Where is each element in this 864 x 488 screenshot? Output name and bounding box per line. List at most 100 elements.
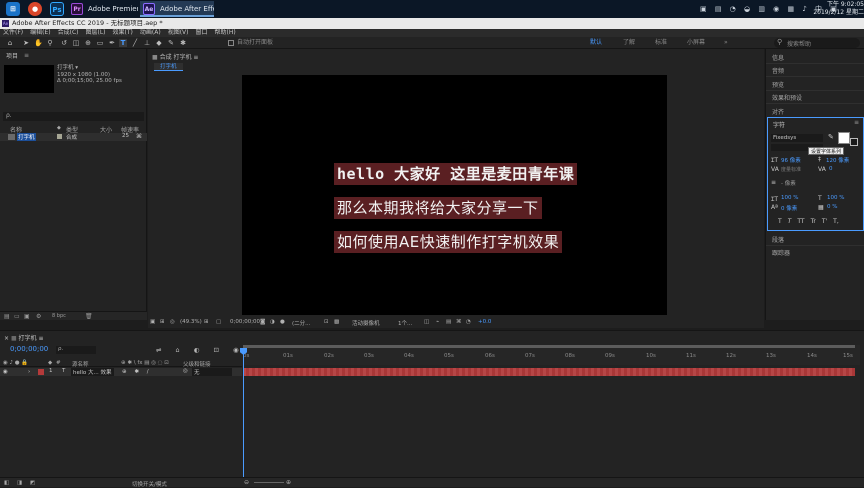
panel-align[interactable]: 对齐 (772, 107, 784, 116)
menu-composition[interactable]: 合成(C) (58, 29, 79, 36)
menu-view[interactable]: 视图(V) (168, 29, 189, 36)
horizontal-scale-value[interactable]: 100 % (827, 195, 844, 201)
work-area-bar[interactable] (243, 345, 855, 348)
menu-layer[interactable]: 图层(L) (86, 29, 106, 36)
rectangle-tool-icon[interactable]: ▭ (96, 39, 104, 47)
camera-tool-icon[interactable]: ◫ (72, 39, 80, 47)
project-panel-title[interactable]: 项目 (6, 52, 18, 61)
color-channel-icon[interactable]: ● (280, 319, 285, 325)
text-line-1[interactable]: hello 大家好 这里是麦田青年课 (334, 163, 578, 185)
system-clock[interactable]: 下午 9:02:05 2019/2/12 星期二 (812, 1, 864, 17)
flowchart-view-icon[interactable]: ⌘ (456, 319, 462, 325)
workspace-learn[interactable]: 了解 (623, 39, 635, 47)
all-caps-button[interactable]: TT (797, 218, 804, 225)
text-line-2[interactable]: 那么本期我将给大家分享一下 (334, 197, 542, 219)
interpret-footage-icon[interactable]: ▤ (4, 313, 10, 320)
timeline-zoom-slider[interactable] (254, 482, 284, 483)
menu-file[interactable]: 文件(F) (3, 29, 23, 36)
new-folder-icon[interactable]: ▭ (14, 313, 20, 320)
show-snapshot-icon[interactable]: ◑ (270, 319, 275, 325)
snapshot-icon[interactable]: ◙ (260, 319, 265, 325)
chrome-icon[interactable]: ● (28, 2, 42, 16)
tracking-value[interactable]: 0 (829, 166, 833, 172)
flowchart-icon[interactable]: ⌘ (136, 133, 142, 140)
pen-tool-icon[interactable]: ✒ (108, 39, 116, 47)
reset-exposure-icon[interactable]: ◔ (466, 319, 471, 325)
bit-depth[interactable]: 8 bpc (52, 313, 66, 319)
zoom-tool-icon[interactable]: ⚲ (46, 39, 54, 47)
layer-name[interactable]: hello 大... 效果 (71, 368, 114, 376)
timeline-timecode[interactable]: 0;00;00;00 (10, 345, 48, 353)
panel-audio[interactable]: 音频 (772, 66, 784, 75)
view-layout-select[interactable]: 1个... (398, 319, 412, 327)
menu-effect[interactable]: 效果(T) (113, 29, 133, 36)
parent-link-header[interactable]: 父级和链接 (183, 360, 211, 368)
exposure-value[interactable]: +0.0 (478, 319, 491, 325)
label-color-swatch[interactable] (57, 134, 62, 139)
visibility-eye-icon[interactable]: ◉ (3, 369, 8, 375)
faux-italic-button[interactable]: T (788, 218, 792, 225)
stroke-color-swatch[interactable] (850, 138, 858, 146)
eyedropper-icon[interactable]: ✎ (828, 133, 834, 141)
type-tool-icon[interactable]: T (119, 39, 127, 47)
subscript-button[interactable]: T, (833, 218, 839, 225)
composition-canvas[interactable]: hello 大家好 这里是麦田青年课 那么本期我将给大家分享一下 如何使用AE快… (242, 75, 667, 315)
home-icon[interactable]: ⌂ (6, 39, 14, 47)
menu-edit[interactable]: 编辑(E) (30, 29, 50, 36)
panel-tracker[interactable]: 跟踪器 (772, 248, 790, 257)
parent-pickwhip-icon[interactable]: ◎ (183, 368, 188, 374)
hand-tool-icon[interactable]: ✋ (34, 39, 43, 47)
text-line-3[interactable]: 如何使用AE快速制作打字机效果 (334, 231, 563, 253)
workspace-more-icon[interactable]: » (724, 39, 728, 47)
pan-behind-tool-icon[interactable]: ⊕ (84, 39, 92, 47)
layer-switches-icon[interactable]: ⊕ ✱ / (122, 369, 152, 375)
layer-row[interactable]: ◉ › 1 T hello 大... 效果 ⊕ ✱ / ◎ 无 (0, 368, 242, 376)
expand-triangle-icon[interactable]: › (28, 369, 30, 375)
superscript-button[interactable]: T' (822, 218, 827, 225)
timeline-footer-icons[interactable]: ◧ ◨ ◩ (4, 480, 38, 486)
panel-menu-icon[interactable]: ≡ (192, 54, 198, 61)
mask-icon[interactable]: ▢ (216, 319, 221, 325)
panel-preview[interactable]: 预览 (772, 80, 784, 89)
layer-label-color[interactable] (38, 369, 44, 375)
menu-animation[interactable]: 动画(A) (140, 29, 161, 36)
workspace-standard[interactable]: 标准 (655, 39, 667, 47)
pixel-aspect-icon[interactable]: ◫ (424, 319, 429, 325)
close-icon[interactable]: × (4, 335, 11, 342)
workspace-small-screen[interactable]: 小屏幕 (687, 39, 705, 47)
puppet-tool-icon[interactable]: ✱ (179, 39, 187, 47)
fast-preview-icon[interactable]: ⌁ (436, 319, 439, 325)
zoom-out-icon[interactable]: ⊖ (244, 479, 249, 486)
parent-select[interactable]: 无 (192, 368, 232, 376)
timeline-search-input[interactable]: ρ. (56, 346, 96, 354)
font-size-value[interactable]: 96 像素 (781, 156, 801, 164)
panel-menu-icon[interactable]: ≡ (37, 335, 43, 342)
toggle-switches-modes[interactable]: 切换开关/模式 (132, 480, 167, 488)
panel-info[interactable]: 信息 (772, 53, 784, 62)
help-search-input[interactable]: ⚲ 搜索帮助 (774, 38, 860, 48)
baseline-shift-value[interactable]: 0 像素 (781, 204, 797, 212)
rotate-tool-icon[interactable]: ↺ (60, 39, 68, 47)
brush-tool-icon[interactable]: ╱ (131, 39, 139, 47)
eraser-tool-icon[interactable]: ◆ (155, 39, 163, 47)
always-preview-icon[interactable]: ▣ (150, 319, 155, 325)
viewer-timecode[interactable]: 0;00;00;00 (230, 319, 260, 325)
faux-bold-button[interactable]: T (778, 218, 782, 225)
camera-select[interactable]: 活动摄像机 (352, 319, 380, 327)
grid-icon[interactable]: ⊞ (204, 319, 209, 325)
stroke-width-value[interactable]: - 像素 (781, 179, 796, 187)
windows-start-icon[interactable]: ⊞ (6, 2, 20, 16)
timeline-tab[interactable]: × ■ 打字机 ≡ (4, 333, 43, 342)
clone-stamp-tool-icon[interactable]: ⊥ (143, 39, 151, 47)
region-of-interest-icon[interactable]: ⊡ (324, 319, 329, 325)
selection-tool-icon[interactable]: ➤ (22, 39, 30, 47)
project-item-row[interactable]: 打字机 合成 25 ⌘ (0, 133, 147, 141)
menu-window[interactable]: 窗口 (195, 29, 207, 36)
taskbar-app-premiere[interactable]: Pr Adobe Premiere ... (68, 1, 138, 17)
panel-menu-icon[interactable]: ≡ (854, 119, 859, 126)
vertical-scale-value[interactable]: 100 % (781, 195, 798, 201)
settings-icon[interactable]: ⚙ (36, 313, 41, 320)
character-panel-title[interactable]: 字符 (773, 120, 785, 129)
timeline-icon[interactable]: ▤ (446, 319, 451, 325)
taskbar-app-after-effects[interactable]: Ae Adobe After Effec... (140, 1, 214, 17)
